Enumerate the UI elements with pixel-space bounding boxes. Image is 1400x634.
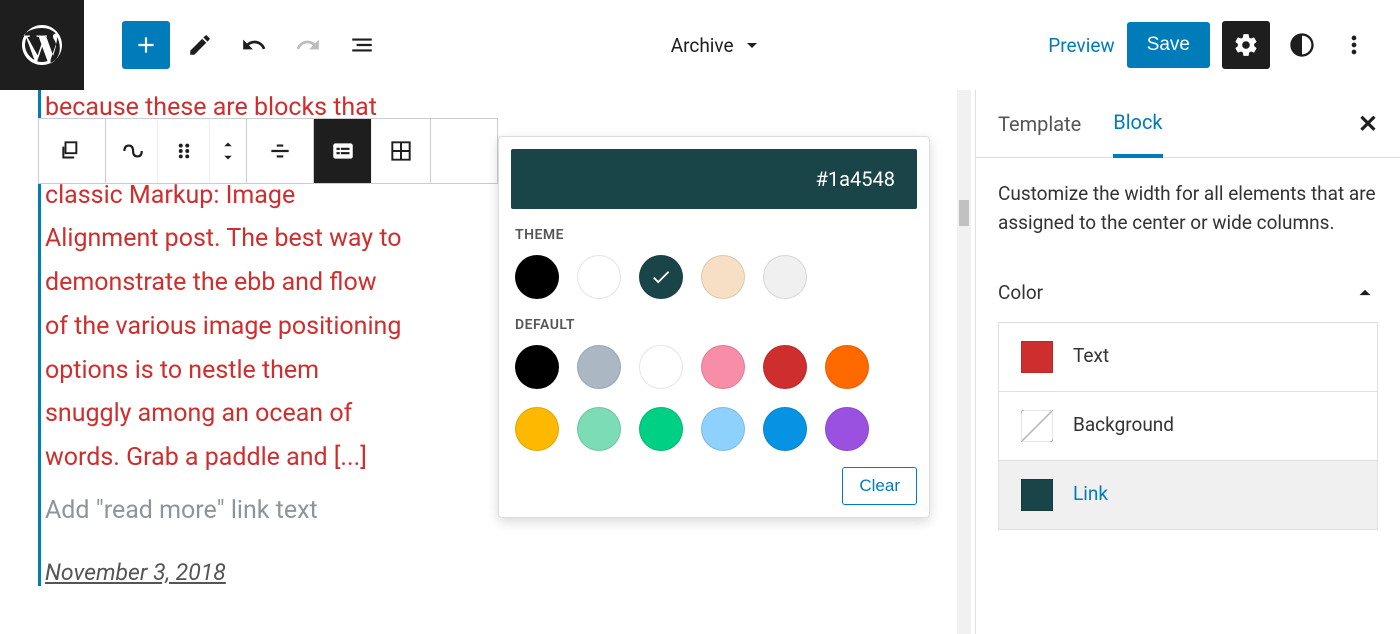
drag-dots-icon	[171, 138, 197, 164]
copy-icon	[59, 138, 85, 164]
align-center-icon	[267, 138, 293, 164]
redo-button[interactable]	[284, 21, 332, 69]
undo-button[interactable]	[230, 21, 278, 69]
color-swatch-white[interactable]	[639, 345, 683, 389]
color-swatch-black[interactable]	[515, 345, 559, 389]
save-button[interactable]: Save	[1127, 22, 1210, 68]
excerpt-icon	[330, 138, 356, 164]
sidebar-tabs: Template Block ✕	[976, 90, 1400, 158]
color-panel-label: Color	[998, 279, 1043, 308]
settings-sidebar: Template Block ✕ Customize the width for…	[975, 90, 1400, 634]
color-swatch-indicator	[1021, 410, 1053, 442]
default-colors-label: DEFAULT	[515, 317, 917, 333]
add-block-button[interactable]	[122, 21, 170, 69]
color-swatch-indicator	[1021, 341, 1053, 373]
color-swatch-amber[interactable]	[515, 407, 559, 451]
wordpress-logo-button[interactable]	[0, 0, 84, 90]
preview-button[interactable]: Preview	[1048, 34, 1114, 57]
more-options-button[interactable]	[1334, 25, 1374, 65]
chevron-up-icon	[1352, 280, 1378, 306]
more-vertical-icon	[1340, 31, 1368, 59]
color-swatch-blue[interactable]	[763, 407, 807, 451]
grid-button[interactable]	[372, 119, 430, 183]
color-swatch-green[interactable]	[639, 407, 683, 451]
color-row-text[interactable]: Text	[999, 323, 1377, 392]
block-more-button[interactable]	[431, 119, 497, 183]
color-swatch-pink[interactable]	[701, 345, 745, 389]
tab-template[interactable]: Template	[998, 92, 1081, 156]
clear-color-button[interactable]: Clear	[842, 467, 917, 505]
move-handle[interactable]	[158, 119, 210, 183]
contrast-icon	[1288, 31, 1316, 59]
theme-colors-label: THEME	[515, 227, 917, 243]
color-row-label: Background	[1073, 411, 1174, 440]
align-button[interactable]	[247, 119, 313, 183]
color-settings-list: Text Background Link	[998, 322, 1378, 530]
pencil-icon	[187, 32, 213, 58]
color-swatch-sky[interactable]	[701, 407, 745, 451]
color-row-background[interactable]: Background	[999, 392, 1377, 461]
block-description: Customize the width for all elements tha…	[998, 180, 1378, 237]
redo-icon	[295, 32, 321, 58]
color-swatch-peach[interactable]	[701, 255, 745, 299]
close-sidebar-button[interactable]: ✕	[1358, 110, 1378, 138]
wordpress-icon	[18, 21, 66, 69]
color-row-link[interactable]: Link	[999, 461, 1377, 529]
color-panel-toggle[interactable]: Color	[998, 265, 1378, 322]
color-swatch-light-green[interactable]	[577, 407, 621, 451]
excerpt-button[interactable]	[314, 119, 372, 183]
color-swatch-orange[interactable]	[825, 345, 869, 389]
list-view-button[interactable]	[338, 21, 386, 69]
plus-icon	[133, 32, 159, 58]
check-icon	[650, 266, 672, 288]
outline-icon	[349, 32, 375, 58]
toolbar-left-group	[122, 21, 386, 69]
post-date[interactable]: November 3, 2018	[45, 559, 975, 586]
chevron-down-icon	[219, 151, 237, 165]
color-picker-popover: #1a4548 THEME DEFAULT Clear	[498, 136, 930, 518]
color-swatch-red[interactable]	[763, 345, 807, 389]
top-toolbar: Archive Preview Save	[0, 0, 1400, 90]
hex-value-display[interactable]: #1a4548	[511, 149, 917, 209]
chevron-up-icon	[219, 137, 237, 151]
link-icon	[119, 138, 145, 164]
color-row-label: Text	[1073, 342, 1109, 371]
grid-icon	[388, 138, 414, 164]
color-swatch-gray[interactable]	[577, 345, 621, 389]
edit-mode-button[interactable]	[176, 21, 224, 69]
color-swatch-indicator	[1021, 479, 1053, 511]
color-swatch-teal[interactable]	[639, 255, 683, 299]
color-swatch-black[interactable]	[515, 255, 559, 299]
styles-button[interactable]	[1282, 25, 1322, 65]
theme-swatch-row	[515, 255, 917, 299]
chevron-down-icon	[740, 33, 764, 57]
undo-icon	[241, 32, 267, 58]
document-title-area[interactable]: Archive	[386, 33, 1048, 57]
block-toolbar	[38, 118, 498, 184]
color-swatch-purple[interactable]	[825, 407, 869, 451]
sidebar-body: Customize the width for all elements tha…	[976, 158, 1400, 552]
move-up-down[interactable]	[210, 119, 246, 183]
document-title: Archive	[671, 34, 734, 57]
gear-icon	[1233, 32, 1259, 58]
block-type-button[interactable]	[39, 119, 105, 183]
editor-scrollbar[interactable]	[957, 90, 971, 634]
settings-button[interactable]	[1222, 21, 1270, 69]
default-swatch-row	[515, 345, 917, 451]
color-row-label: Link	[1073, 480, 1108, 509]
color-swatch-white[interactable]	[577, 255, 621, 299]
drag-handle[interactable]	[106, 119, 158, 183]
color-swatch-light-gray[interactable]	[763, 255, 807, 299]
tab-block[interactable]: Block	[1113, 90, 1162, 158]
toolbar-right-group: Preview Save	[1048, 21, 1374, 69]
